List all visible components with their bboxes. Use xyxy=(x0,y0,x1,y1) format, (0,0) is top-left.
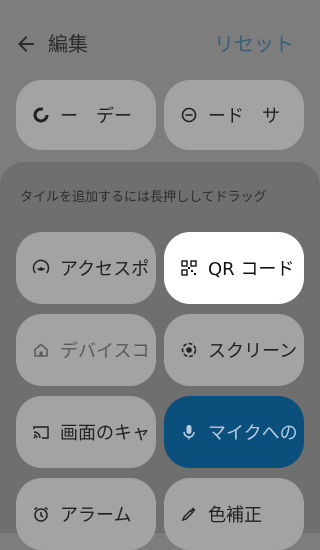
tile-label: アクセスポ xyxy=(60,259,150,280)
tile-screen-record[interactable]: スクリーン xyxy=(164,314,304,386)
tile-mic-access[interactable]: マイクへの xyxy=(164,396,304,468)
tile-color-correction[interactable]: 色補正 xyxy=(164,478,304,550)
tile-label: QR コード xyxy=(208,259,295,280)
back-arrow-icon[interactable] xyxy=(14,32,38,56)
alarm-icon xyxy=(32,505,50,523)
page-title: 編集 xyxy=(48,32,88,56)
minus-circle-icon xyxy=(180,106,198,124)
cast-icon xyxy=(32,423,50,441)
mic-icon xyxy=(180,423,198,441)
tile-alarm[interactable]: アラーム xyxy=(16,478,156,550)
drag-hint-text: タイルを追加するには長押ししてドラッグ xyxy=(20,190,267,205)
tile-screen-cast[interactable]: 画面のキャ xyxy=(16,396,156,468)
header: 編集 リセット xyxy=(0,0,320,88)
tile-mode[interactable]: ード サ xyxy=(164,80,304,150)
tile-data-saver[interactable]: ー デー xyxy=(16,80,156,150)
screen-record-icon xyxy=(180,341,198,359)
tile-hotspot[interactable]: アクセスポ xyxy=(16,232,156,304)
tile-label: 画面のキャ xyxy=(60,423,150,444)
tile-qr-code[interactable]: QR コード xyxy=(164,232,304,304)
tile-label: 色補正 xyxy=(208,505,262,526)
tile-label: デバイスコ xyxy=(60,341,150,362)
tile-device-controls[interactable]: デバイスコ xyxy=(16,314,156,386)
qr-code-icon xyxy=(180,259,198,277)
data-saver-icon xyxy=(32,106,50,124)
tile-label: マイクへの xyxy=(208,423,298,444)
hotspot-icon xyxy=(32,259,50,277)
tile-label: ー デー xyxy=(60,106,132,127)
tile-label: アラーム xyxy=(60,505,132,526)
tile-label: スクリーン xyxy=(208,341,298,362)
home-icon xyxy=(32,341,50,359)
eyedropper-icon xyxy=(180,505,198,523)
tile-label: ード サ xyxy=(208,106,280,127)
reset-button[interactable]: リセット xyxy=(214,32,294,56)
